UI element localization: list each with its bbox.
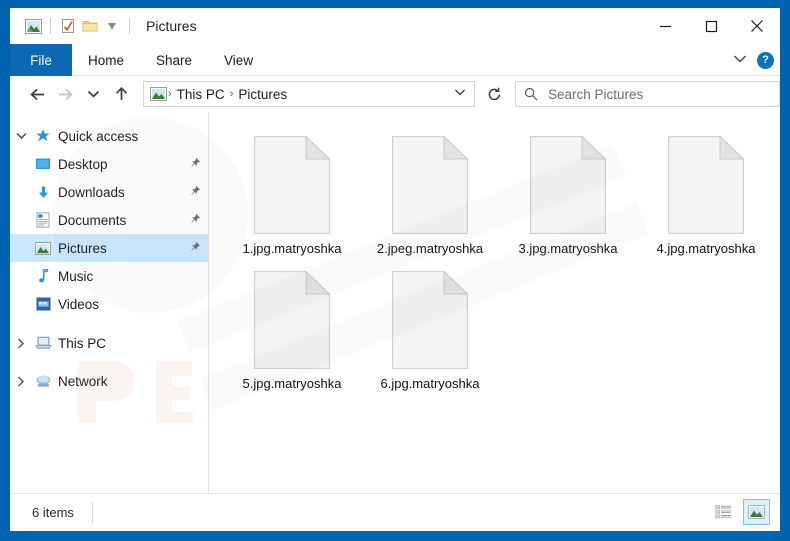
pin-icon[interactable] xyxy=(189,241,201,256)
back-button[interactable] xyxy=(24,81,50,107)
chevron-right-icon[interactable] xyxy=(10,376,32,387)
sidebar-item-label: Desktop xyxy=(54,157,108,172)
breadcrumb[interactable]: › This PC › Pictures xyxy=(143,81,475,107)
sidebar-item-downloads[interactable]: Downloads xyxy=(10,178,208,206)
quick-access-toolbar xyxy=(10,15,136,37)
sidebar-item-label: This PC xyxy=(54,336,106,351)
sidebar-item-pictures[interactable]: Pictures xyxy=(10,234,208,262)
tab-share[interactable]: Share xyxy=(140,44,208,76)
download-icon xyxy=(32,185,54,200)
large-icons-view-button[interactable] xyxy=(743,499,770,525)
sidebar-item-label: Downloads xyxy=(54,185,125,200)
app-icon xyxy=(22,15,44,37)
breadcrumb-item-pictures[interactable]: Pictures xyxy=(234,87,291,102)
pin-icon[interactable] xyxy=(189,213,201,228)
minimize-button[interactable] xyxy=(642,8,688,44)
tab-view[interactable]: View xyxy=(208,44,269,76)
file-name: 1.jpg.matryoshka xyxy=(226,240,358,257)
file-name: 4.jpg.matryoshka xyxy=(640,240,772,257)
desktop-icon xyxy=(32,157,54,171)
pin-icon[interactable] xyxy=(189,157,201,172)
refresh-button[interactable] xyxy=(480,81,508,107)
sidebar-item-this-pc[interactable]: This PC xyxy=(10,329,208,357)
main-panes: Quick access Desktop Downloads xyxy=(10,112,780,493)
sidebar-item-label: Music xyxy=(54,269,93,284)
file-item[interactable]: 2.jpeg.matryoshka xyxy=(361,136,499,257)
title-bar: Pictures xyxy=(10,8,780,44)
file-name: 2.jpeg.matryoshka xyxy=(364,240,496,257)
file-item[interactable]: 3.jpg.matryoshka xyxy=(499,136,637,257)
ribbon-tab-bar: File Home Share View ? xyxy=(10,44,780,76)
window-controls xyxy=(642,8,780,44)
ribbon-right-controls: ? xyxy=(733,44,774,76)
file-item[interactable]: 6.jpg.matryoshka xyxy=(361,271,499,392)
computer-icon xyxy=(32,336,54,350)
pin-icon[interactable] xyxy=(189,185,201,200)
details-view-button[interactable] xyxy=(710,499,737,525)
forward-button xyxy=(52,81,78,107)
sidebar-item-music[interactable]: Music xyxy=(10,262,208,290)
item-count-label: 6 items xyxy=(10,502,93,524)
generic-file-icon xyxy=(392,136,468,234)
navigation-buttons xyxy=(10,81,134,107)
file-item[interactable]: 4.jpg.matryoshka xyxy=(637,136,775,257)
window-frame: Pictures File Home Share View ? xyxy=(0,0,790,541)
sidebar-item-network[interactable]: Network xyxy=(10,367,208,395)
close-button[interactable] xyxy=(734,8,780,44)
network-icon xyxy=(32,374,54,388)
search-icon xyxy=(524,87,538,101)
sidebar-item-desktop[interactable]: Desktop xyxy=(10,150,208,178)
file-item[interactable]: 5.jpg.matryoshka xyxy=(223,271,361,392)
search-placeholder: Search Pictures xyxy=(548,87,643,102)
qat-divider-2 xyxy=(129,18,130,34)
status-bar: 6 items xyxy=(10,493,780,531)
sidebar-item-label: Pictures xyxy=(54,241,107,256)
help-button[interactable]: ? xyxy=(757,52,774,69)
sidebar-item-label: Network xyxy=(54,374,108,389)
qat-divider xyxy=(50,18,51,34)
breadcrumb-item-this-pc[interactable]: This PC xyxy=(173,87,229,102)
file-name: 6.jpg.matryoshka xyxy=(364,375,496,392)
tab-home[interactable]: Home xyxy=(72,44,140,76)
qat-dropdown-icon[interactable] xyxy=(101,15,123,37)
properties-icon[interactable] xyxy=(57,15,79,37)
chevron-down-icon[interactable] xyxy=(733,51,747,69)
new-folder-icon[interactable] xyxy=(79,15,101,37)
sidebar-group-label: Quick access xyxy=(54,129,138,144)
star-icon xyxy=(32,128,54,144)
search-input[interactable]: Search Pictures xyxy=(515,81,780,107)
sidebar-item-videos[interactable]: Videos xyxy=(10,290,208,318)
file-list-pane[interactable]: 1.jpg.matryoshka 2.jpeg.matryoshka xyxy=(209,112,780,493)
generic-file-icon xyxy=(668,136,744,234)
chevron-right-icon[interactable] xyxy=(10,338,32,349)
file-name: 3.jpg.matryoshka xyxy=(502,240,634,257)
pictures-icon xyxy=(32,242,54,255)
pictures-icon xyxy=(148,87,167,101)
sidebar-item-label: Videos xyxy=(54,297,99,312)
maximize-button[interactable] xyxy=(688,8,734,44)
generic-file-icon xyxy=(392,271,468,369)
videos-icon xyxy=(32,297,54,311)
file-name: 5.jpg.matryoshka xyxy=(226,375,358,392)
address-bar-row: › This PC › Pictures Search Pictures xyxy=(10,76,780,112)
file-item[interactable]: 1.jpg.matryoshka xyxy=(223,136,361,257)
sidebar-item-label: Documents xyxy=(54,213,126,228)
breadcrumb-dropdown-icon[interactable] xyxy=(454,88,470,100)
chevron-down-icon[interactable] xyxy=(10,132,32,140)
sidebar-group-quick-access[interactable]: Quick access xyxy=(10,122,208,150)
file-grid: 1.jpg.matryoshka 2.jpeg.matryoshka xyxy=(209,112,780,406)
generic-file-icon xyxy=(530,136,606,234)
generic-file-icon xyxy=(254,271,330,369)
view-toggle-group xyxy=(710,499,770,525)
navigation-pane: Quick access Desktop Downloads xyxy=(10,112,209,493)
documents-icon xyxy=(32,212,54,228)
music-icon xyxy=(32,269,54,284)
sidebar-item-documents[interactable]: Documents xyxy=(10,206,208,234)
recent-locations-icon[interactable] xyxy=(80,81,106,107)
window-title: Pictures xyxy=(146,18,197,34)
explorer-window: Pictures File Home Share View ? xyxy=(10,8,780,531)
generic-file-icon xyxy=(254,136,330,234)
up-button[interactable] xyxy=(108,81,134,107)
tab-file[interactable]: File xyxy=(10,44,72,76)
